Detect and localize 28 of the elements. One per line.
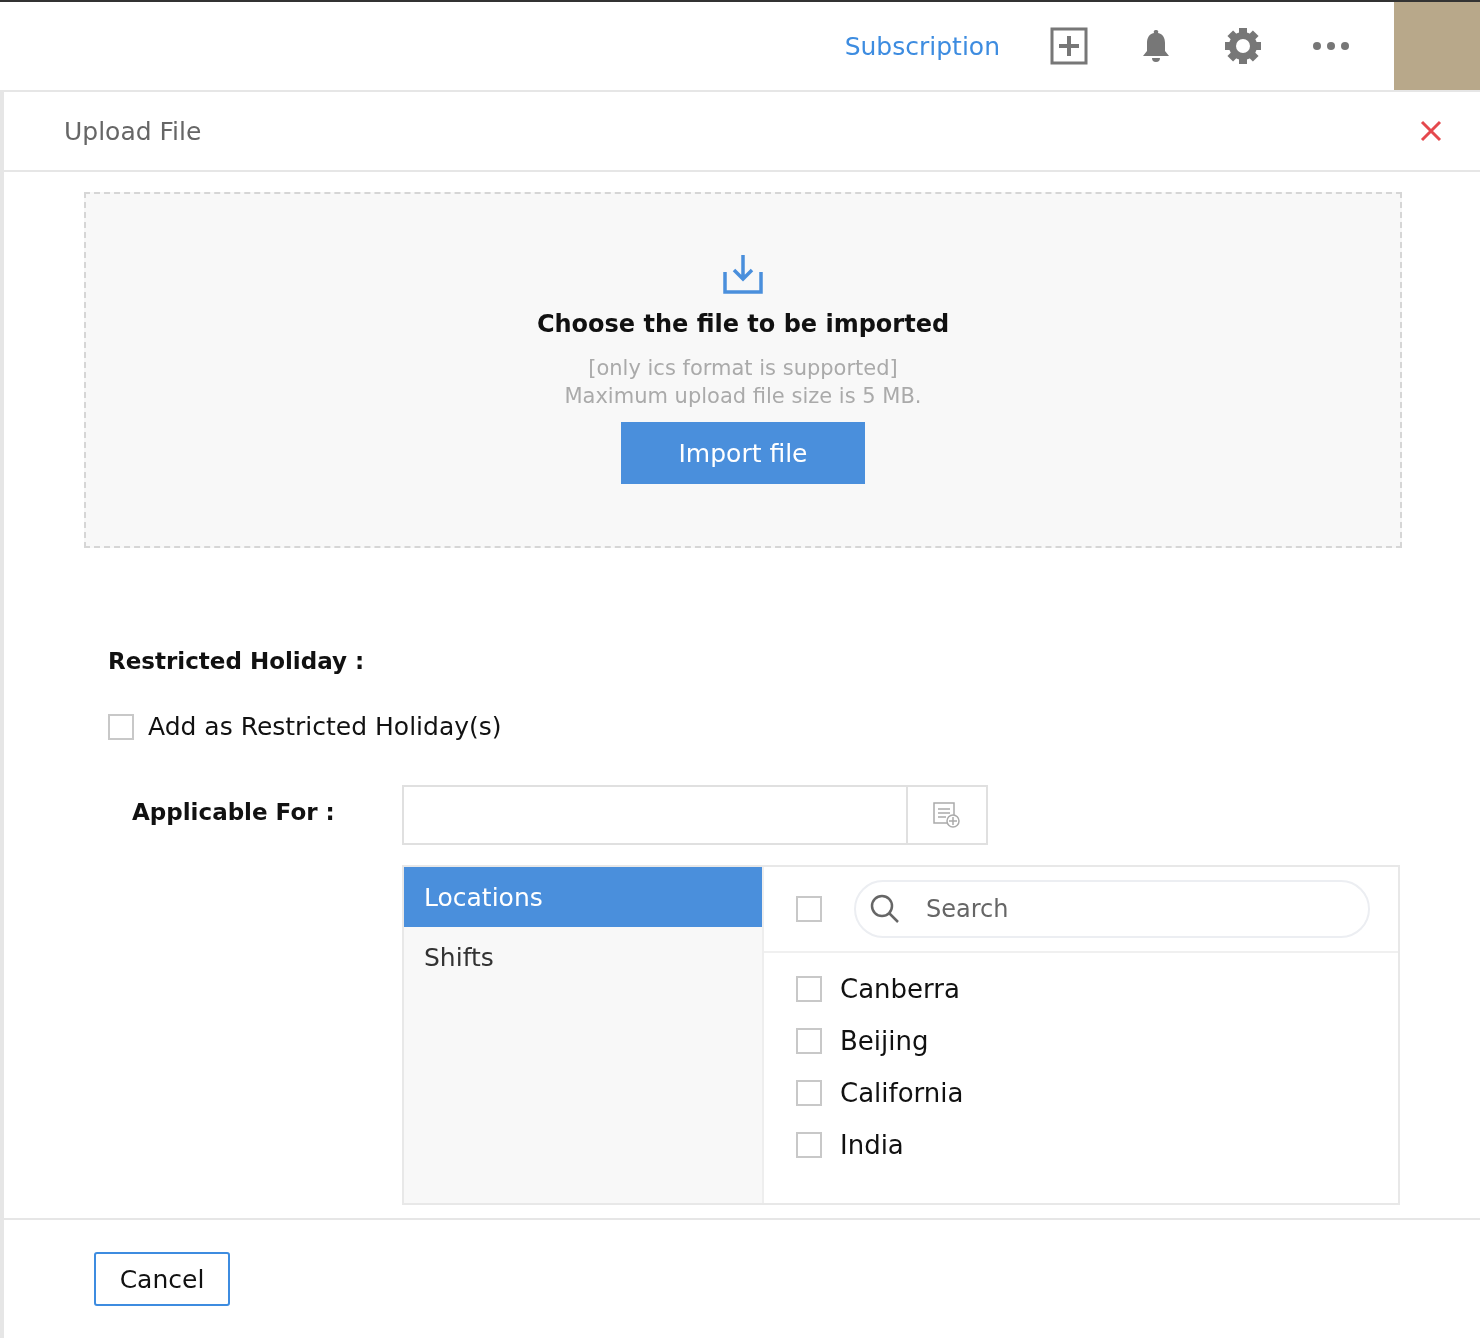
checkbox[interactable] [796, 1080, 822, 1106]
settings-icon[interactable] [1224, 27, 1262, 65]
checkbox[interactable] [108, 713, 134, 740]
option-label: India [840, 1130, 904, 1160]
format-note: Maximum upload file size is 5 MB. [564, 383, 922, 410]
cancel-button[interactable]: Cancel [94, 1252, 230, 1306]
option-label: California [840, 1078, 964, 1108]
checkbox-label: Add as Restricted Holiday(s) [148, 712, 502, 741]
option-label: Canberra [840, 974, 960, 1004]
select-all-checkbox[interactable] [796, 896, 822, 922]
dropzone-heading: Choose the file to be imported [536, 310, 950, 338]
applicable-for-label: Applicable For : [131, 798, 336, 827]
search-field[interactable]: Search [854, 880, 1370, 938]
search-icon [870, 894, 900, 924]
avatar-photo-placeholder[interactable] [1394, 2, 1480, 90]
close-icon[interactable] [1420, 120, 1442, 142]
download-icon [722, 254, 764, 294]
add-icon[interactable] [1050, 27, 1088, 65]
checkbox[interactable] [796, 1132, 822, 1158]
category-item[interactable]: Shifts [404, 927, 762, 987]
more-icon[interactable] [1312, 41, 1350, 51]
checkbox[interactable] [796, 976, 822, 1002]
format-note: [only ics format is supported] [587, 355, 899, 382]
dialog-title: Upload File [64, 116, 202, 146]
checkbox[interactable] [796, 1028, 822, 1054]
restricted-holiday-label: Restricted Holiday : [108, 648, 366, 674]
option-label: Beijing [840, 1026, 929, 1056]
dropzone[interactable]: Choose the file to be imported [only ics format is supported] Maximum upload file size is 5 MB. Import file [84, 192, 1402, 548]
